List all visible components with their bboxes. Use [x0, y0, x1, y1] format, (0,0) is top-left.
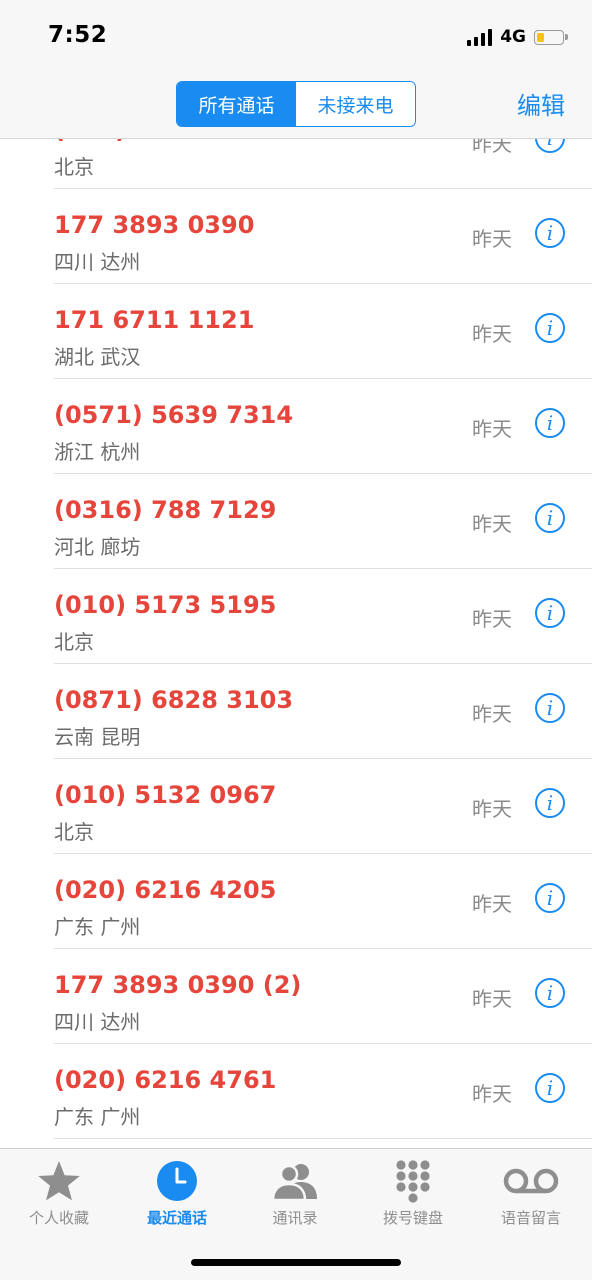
call-number: (0571) 5639 7314 [54, 401, 294, 429]
call-number: (010) 5173 5195 [54, 591, 277, 619]
battery-tip [565, 34, 568, 40]
call-number: (020) 6216 4761 [54, 1066, 277, 1094]
home-indicator[interactable] [191, 1259, 401, 1266]
info-icon[interactable]: i [535, 1073, 565, 1103]
tab-label: 个人收藏 [28, 1209, 89, 1227]
call-location: 北京 [54, 155, 94, 179]
call-row[interactable]: (010) 5132 0970 北京 昨天 i [54, 139, 592, 189]
call-time: 昨天 [472, 417, 512, 441]
call-number: (010) 5132 0970 [54, 139, 276, 144]
call-location: 广东 广州 [54, 915, 141, 939]
info-icon[interactable]: i [535, 139, 565, 153]
call-number: (0871) 6828 3103 [54, 686, 294, 714]
call-number: (020) 6216 4205 [54, 876, 277, 904]
call-row[interactable]: (0871) 6828 3103 云南 昆明 昨天 i [54, 664, 592, 759]
segment-all-calls[interactable]: 所有通话 [177, 82, 296, 126]
call-row[interactable]: 171 6711 1121 湖北 武汉 昨天 i [54, 284, 592, 379]
call-location: 河北 廊坊 [54, 535, 141, 559]
tab-keypad[interactable]: 拨号键盘 [354, 1149, 472, 1239]
call-time: 昨天 [472, 512, 512, 536]
tab-favorites[interactable]: 个人收藏 [0, 1149, 118, 1239]
tab-label: 拨号键盘 [382, 1209, 443, 1227]
tab-contacts[interactable]: 通讯录 [236, 1149, 354, 1239]
info-icon[interactable]: i [535, 503, 565, 533]
call-time: 昨天 [472, 892, 512, 916]
call-number: 177 3893 0390 [54, 211, 255, 239]
info-icon[interactable]: i [535, 693, 565, 723]
info-icon[interactable]: i [535, 598, 565, 628]
clock-icon [157, 1161, 197, 1201]
call-row[interactable]: (010) 5173 5195 北京 昨天 i [54, 569, 592, 664]
tab-voicemail[interactable]: 语音留言 [472, 1149, 590, 1239]
info-icon[interactable]: i [535, 788, 565, 818]
call-row[interactable]: (020) 6216 4761 广东 广州 昨天 i [54, 1044, 592, 1139]
call-number: (010) 5132 0967 [54, 781, 277, 809]
signal-icon [467, 28, 493, 46]
network-type: 4G [500, 27, 526, 47]
call-location: 浙江 杭州 [54, 440, 141, 464]
contacts-icon [271, 1164, 317, 1202]
tab-label: 语音留言 [500, 1209, 561, 1227]
call-location: 湖北 武汉 [54, 345, 141, 369]
edit-button[interactable]: 编辑 [517, 86, 565, 121]
tab-label: 最近通话 [146, 1209, 207, 1227]
star-icon [38, 1161, 80, 1201]
recent-calls-list-inner: (010) 5132 0970北京昨天i177 3893 0390四川 达州昨天… [0, 139, 592, 1139]
call-time: 昨天 [472, 1082, 512, 1106]
call-time: 昨天 [472, 797, 512, 821]
call-location: 云南 昆明 [54, 725, 141, 749]
tab-label: 通讯录 [272, 1209, 318, 1227]
info-icon[interactable]: i [535, 313, 565, 343]
call-number: 171 6711 1121 [54, 306, 255, 334]
info-icon[interactable]: i [535, 218, 565, 248]
info-icon[interactable]: i [535, 883, 565, 913]
call-time: 昨天 [472, 227, 512, 251]
call-time: 昨天 [472, 607, 512, 631]
call-location: 北京 [54, 630, 94, 654]
keypad-icon [396, 1160, 430, 1203]
info-icon[interactable]: i [535, 408, 565, 438]
call-row[interactable]: (0571) 5639 7314 浙江 杭州 昨天 i [54, 379, 592, 474]
call-filter-segmented-control[interactable]: 所有通话 未接来电 [176, 81, 416, 127]
status-time: 7:52 [48, 22, 108, 48]
battery-level [537, 32, 545, 42]
call-number: 177 3893 0390 (2) [54, 971, 302, 999]
call-time: 昨天 [472, 322, 512, 346]
voicemail-icon [503, 1168, 559, 1194]
status-indicators: 4G [467, 24, 568, 50]
call-row[interactable]: (020) 6216 4205 广东 广州 昨天 i [54, 854, 592, 949]
call-location: 四川 达州 [54, 250, 141, 274]
navigation-header: 7:52 4G 所有通话 未接来电 编辑 [0, 0, 592, 139]
call-row[interactable]: (010) 5132 0967 北京 昨天 i [54, 759, 592, 854]
call-time: 昨天 [472, 139, 512, 156]
info-icon[interactable]: i [535, 978, 565, 1008]
segment-missed-calls[interactable]: 未接来电 [296, 82, 415, 126]
battery-icon [534, 29, 564, 45]
call-location: 北京 [54, 820, 94, 844]
tab-recents[interactable]: 最近通话 [118, 1149, 236, 1239]
call-row[interactable]: 177 3893 0390 (2) 四川 达州 昨天 i [54, 949, 592, 1044]
recent-calls-list[interactable]: (010) 5132 0970北京昨天i177 3893 0390四川 达州昨天… [0, 139, 592, 1148]
call-number: (0316) 788 7129 [54, 496, 277, 524]
call-row[interactable]: 177 3893 0390 四川 达州 昨天 i [54, 189, 592, 284]
call-row[interactable]: (0316) 788 7129 河北 廊坊 昨天 i [54, 474, 592, 569]
call-time: 昨天 [472, 987, 512, 1011]
call-location: 广东 广州 [54, 1105, 141, 1129]
call-location: 四川 达州 [54, 1010, 141, 1034]
call-time: 昨天 [472, 702, 512, 726]
